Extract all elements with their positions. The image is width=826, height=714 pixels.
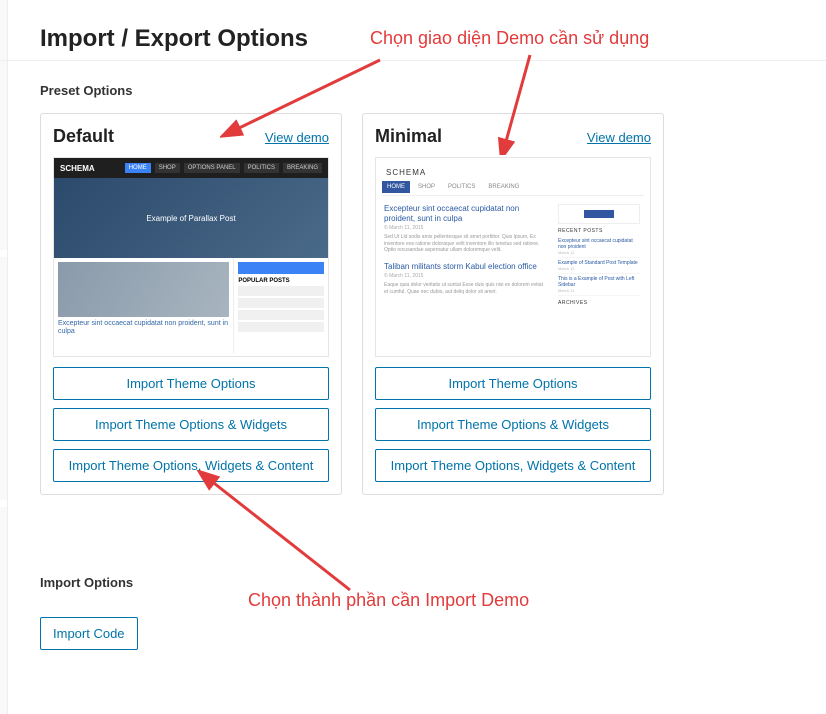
preset-options-label: Preset Options <box>40 83 786 98</box>
divider <box>0 60 826 61</box>
thumb-brand: SCHEMA <box>60 164 95 173</box>
preset-thumbnail-default[interactable]: SCHEMA HOMESHOPOPTIONS PANELPOLITICSBREA… <box>53 157 329 357</box>
page-title: Import / Export Options <box>40 25 786 53</box>
import-theme-options-widgets-content-default[interactable]: Import Theme Options, Widgets & Content <box>53 449 329 482</box>
preset-header: Minimal View demo <box>375 126 651 147</box>
view-demo-link-default[interactable]: View demo <box>265 130 329 145</box>
preset-card-default: Default View demo SCHEMA HOMESHOPOPTIONS… <box>40 113 342 495</box>
import-theme-options-widgets-content-minimal[interactable]: Import Theme Options, Widgets & Content <box>375 449 651 482</box>
import-code-button[interactable]: Import Code <box>40 617 138 650</box>
import-theme-options-widgets-minimal[interactable]: Import Theme Options & Widgets <box>375 408 651 441</box>
preset-thumbnail-minimal[interactable]: SCHEMA HOMESHOPPOLITICSBREAKING Excepteu… <box>375 157 651 357</box>
view-demo-link-minimal[interactable]: View demo <box>587 130 651 145</box>
thumb-brand: SCHEMA <box>382 164 644 181</box>
import-theme-options-minimal[interactable]: Import Theme Options <box>375 367 651 400</box>
preset-title-minimal: Minimal <box>375 126 442 147</box>
presets-row: Default View demo SCHEMA HOMESHOPOPTIONS… <box>40 113 786 495</box>
thumb-hero: Example of Parallax Post <box>54 178 328 258</box>
preset-title-default: Default <box>53 126 114 147</box>
import-theme-options-widgets-default[interactable]: Import Theme Options & Widgets <box>53 408 329 441</box>
preset-card-minimal: Minimal View demo SCHEMA HOMESHOPPOLITIC… <box>362 113 664 495</box>
import-theme-options-default[interactable]: Import Theme Options <box>53 367 329 400</box>
preset-header: Default View demo <box>53 126 329 147</box>
main-container: Import / Export Options Preset Options D… <box>0 0 826 675</box>
import-options-section: Import Options Import Code <box>40 575 786 650</box>
import-options-label: Import Options <box>40 575 786 590</box>
